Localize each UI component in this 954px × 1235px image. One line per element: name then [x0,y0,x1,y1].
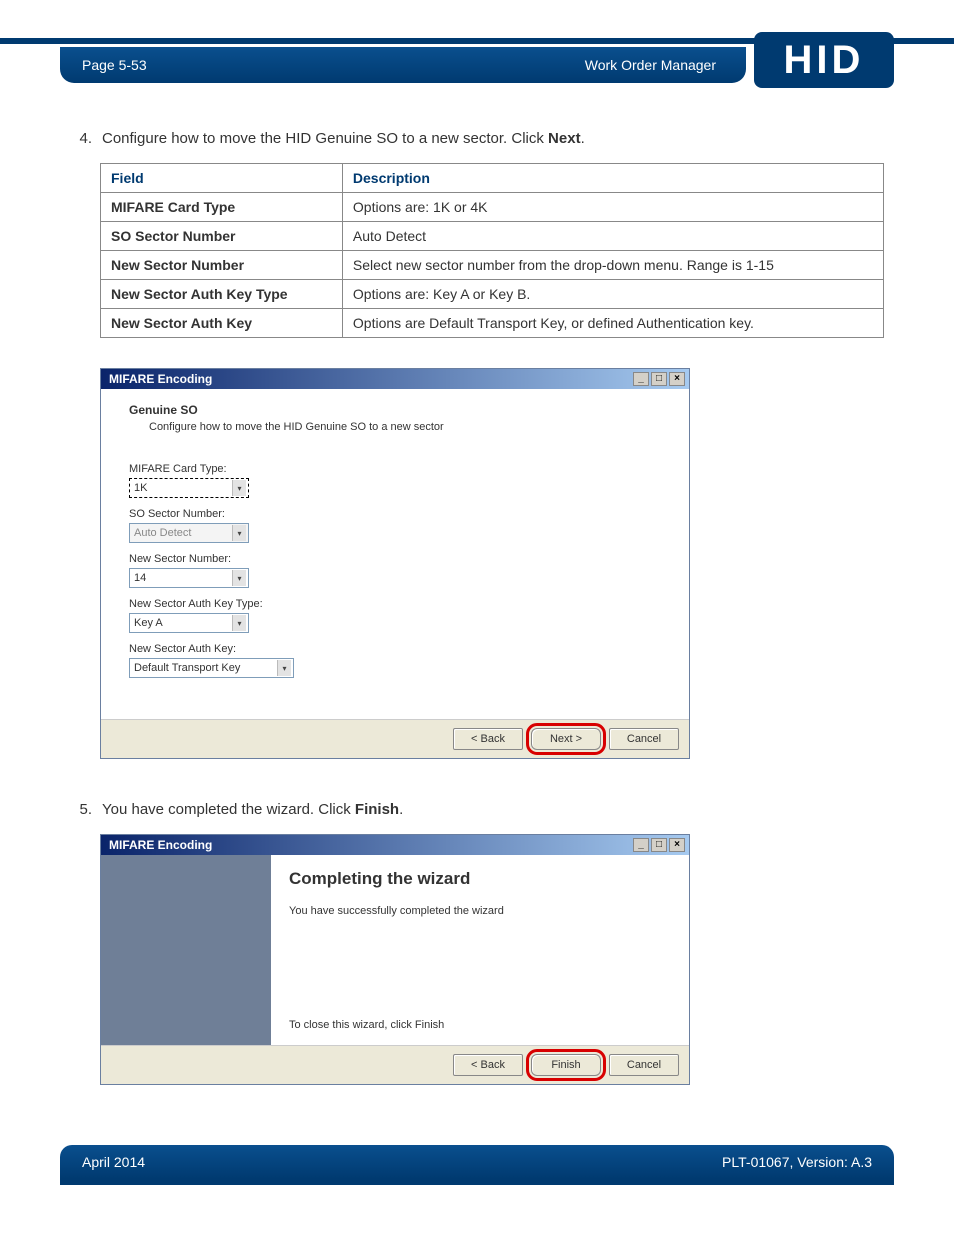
field-description: Select new sector number from the drop-d… [342,251,883,280]
dialog-heading: Genuine SO [129,403,669,417]
new-sector-label: New Sector Number: [129,553,669,565]
field-name: New Sector Auth Key [101,309,343,338]
page-footer: April 2014 PLT-01067, Version: A.3 [60,1145,894,1179]
table-row: New Sector Auth KeyOptions are Default T… [101,309,884,338]
wizard-close-message: To close this wizard, click Finish [289,1019,671,1031]
chevron-down-icon: ▾ [232,480,246,496]
dialog-subtitle: Configure how to move the HID Genuine SO… [149,421,669,433]
close-icon[interactable]: × [669,372,685,386]
wizard-complete-heading: Completing the wizard [289,869,671,889]
auth-key-label: New Sector Auth Key: [129,643,669,655]
col-description: Description [342,164,883,193]
page-number: Page 5-53 [82,57,147,73]
back-button[interactable]: < Back [453,728,523,750]
minimize-icon[interactable]: _ [633,372,649,386]
step-text: You have completed the wizard. Click Fin… [102,799,884,820]
footer-doc-id: PLT-01067, Version: A.3 [722,1154,872,1170]
card-type-select[interactable]: 1K▾ [129,478,249,498]
col-field: Field [101,164,343,193]
step-number: 4. [70,128,92,149]
footer-date: April 2014 [82,1154,145,1170]
step-text: Configure how to move the HID Genuine SO… [102,128,884,149]
fields-table: Field Description MIFARE Card TypeOption… [100,163,884,338]
cancel-button[interactable]: Cancel [609,728,679,750]
finish-button[interactable]: Finish [531,1054,601,1076]
auth-key-select[interactable]: Default Transport Key▾ [129,658,294,678]
mifare-encoding-dialog: MIFARE Encoding _ □ × Genuine SO Configu… [100,368,690,759]
section-title: Work Order Manager [585,57,716,73]
dialog-title: MIFARE Encoding [109,372,212,386]
table-row: New Sector Auth Key TypeOptions are: Key… [101,280,884,309]
field-description: Options are: Key A or Key B. [342,280,883,309]
cancel-button[interactable]: Cancel [609,1054,679,1076]
step-4: 4. Configure how to move the HID Genuine… [70,128,884,149]
so-sector-label: SO Sector Number: [129,508,669,520]
maximize-icon[interactable]: □ [651,372,667,386]
field-description: Auto Detect [342,222,883,251]
dialog-titlebar: MIFARE Encoding _ □ × [101,835,689,855]
chevron-down-icon: ▾ [232,525,246,541]
page-header: Page 5-53 Work Order Manager [60,47,746,83]
field-name: New Sector Auth Key Type [101,280,343,309]
dialog-titlebar: MIFARE Encoding _ □ × [101,369,689,389]
table-row: New Sector NumberSelect new sector numbe… [101,251,884,280]
auth-type-select[interactable]: Key A▾ [129,613,249,633]
chevron-down-icon: ▾ [232,615,246,631]
next-button[interactable]: Next > [531,728,601,750]
field-name: MIFARE Card Type [101,193,343,222]
wizard-side-image [101,855,271,1045]
step-5: 5. You have completed the wizard. Click … [70,799,884,820]
close-icon[interactable]: × [669,838,685,852]
table-row: MIFARE Card TypeOptions are: 1K or 4K [101,193,884,222]
auth-type-label: New Sector Auth Key Type: [129,598,669,610]
chevron-down-icon: ▾ [277,660,291,676]
so-sector-select[interactable]: Auto Detect▾ [129,523,249,543]
field-name: New Sector Number [101,251,343,280]
field-name: SO Sector Number [101,222,343,251]
wizard-complete-dialog: MIFARE Encoding _ □ × Completing the wiz… [100,834,690,1085]
logo-text: HID [784,38,865,83]
table-row: SO Sector NumberAuto Detect [101,222,884,251]
step-number: 5. [70,799,92,820]
chevron-down-icon: ▾ [232,570,246,586]
field-description: Options are Default Transport Key, or de… [342,309,883,338]
field-description: Options are: 1K or 4K [342,193,883,222]
back-button[interactable]: < Back [453,1054,523,1076]
wizard-complete-message: You have successfully completed the wiza… [289,905,671,917]
dialog-title: MIFARE Encoding [109,838,212,852]
brand-logo: HID [754,32,894,88]
card-type-label: MIFARE Card Type: [129,463,669,475]
maximize-icon[interactable]: □ [651,838,667,852]
minimize-icon[interactable]: _ [633,838,649,852]
new-sector-select[interactable]: 14▾ [129,568,249,588]
